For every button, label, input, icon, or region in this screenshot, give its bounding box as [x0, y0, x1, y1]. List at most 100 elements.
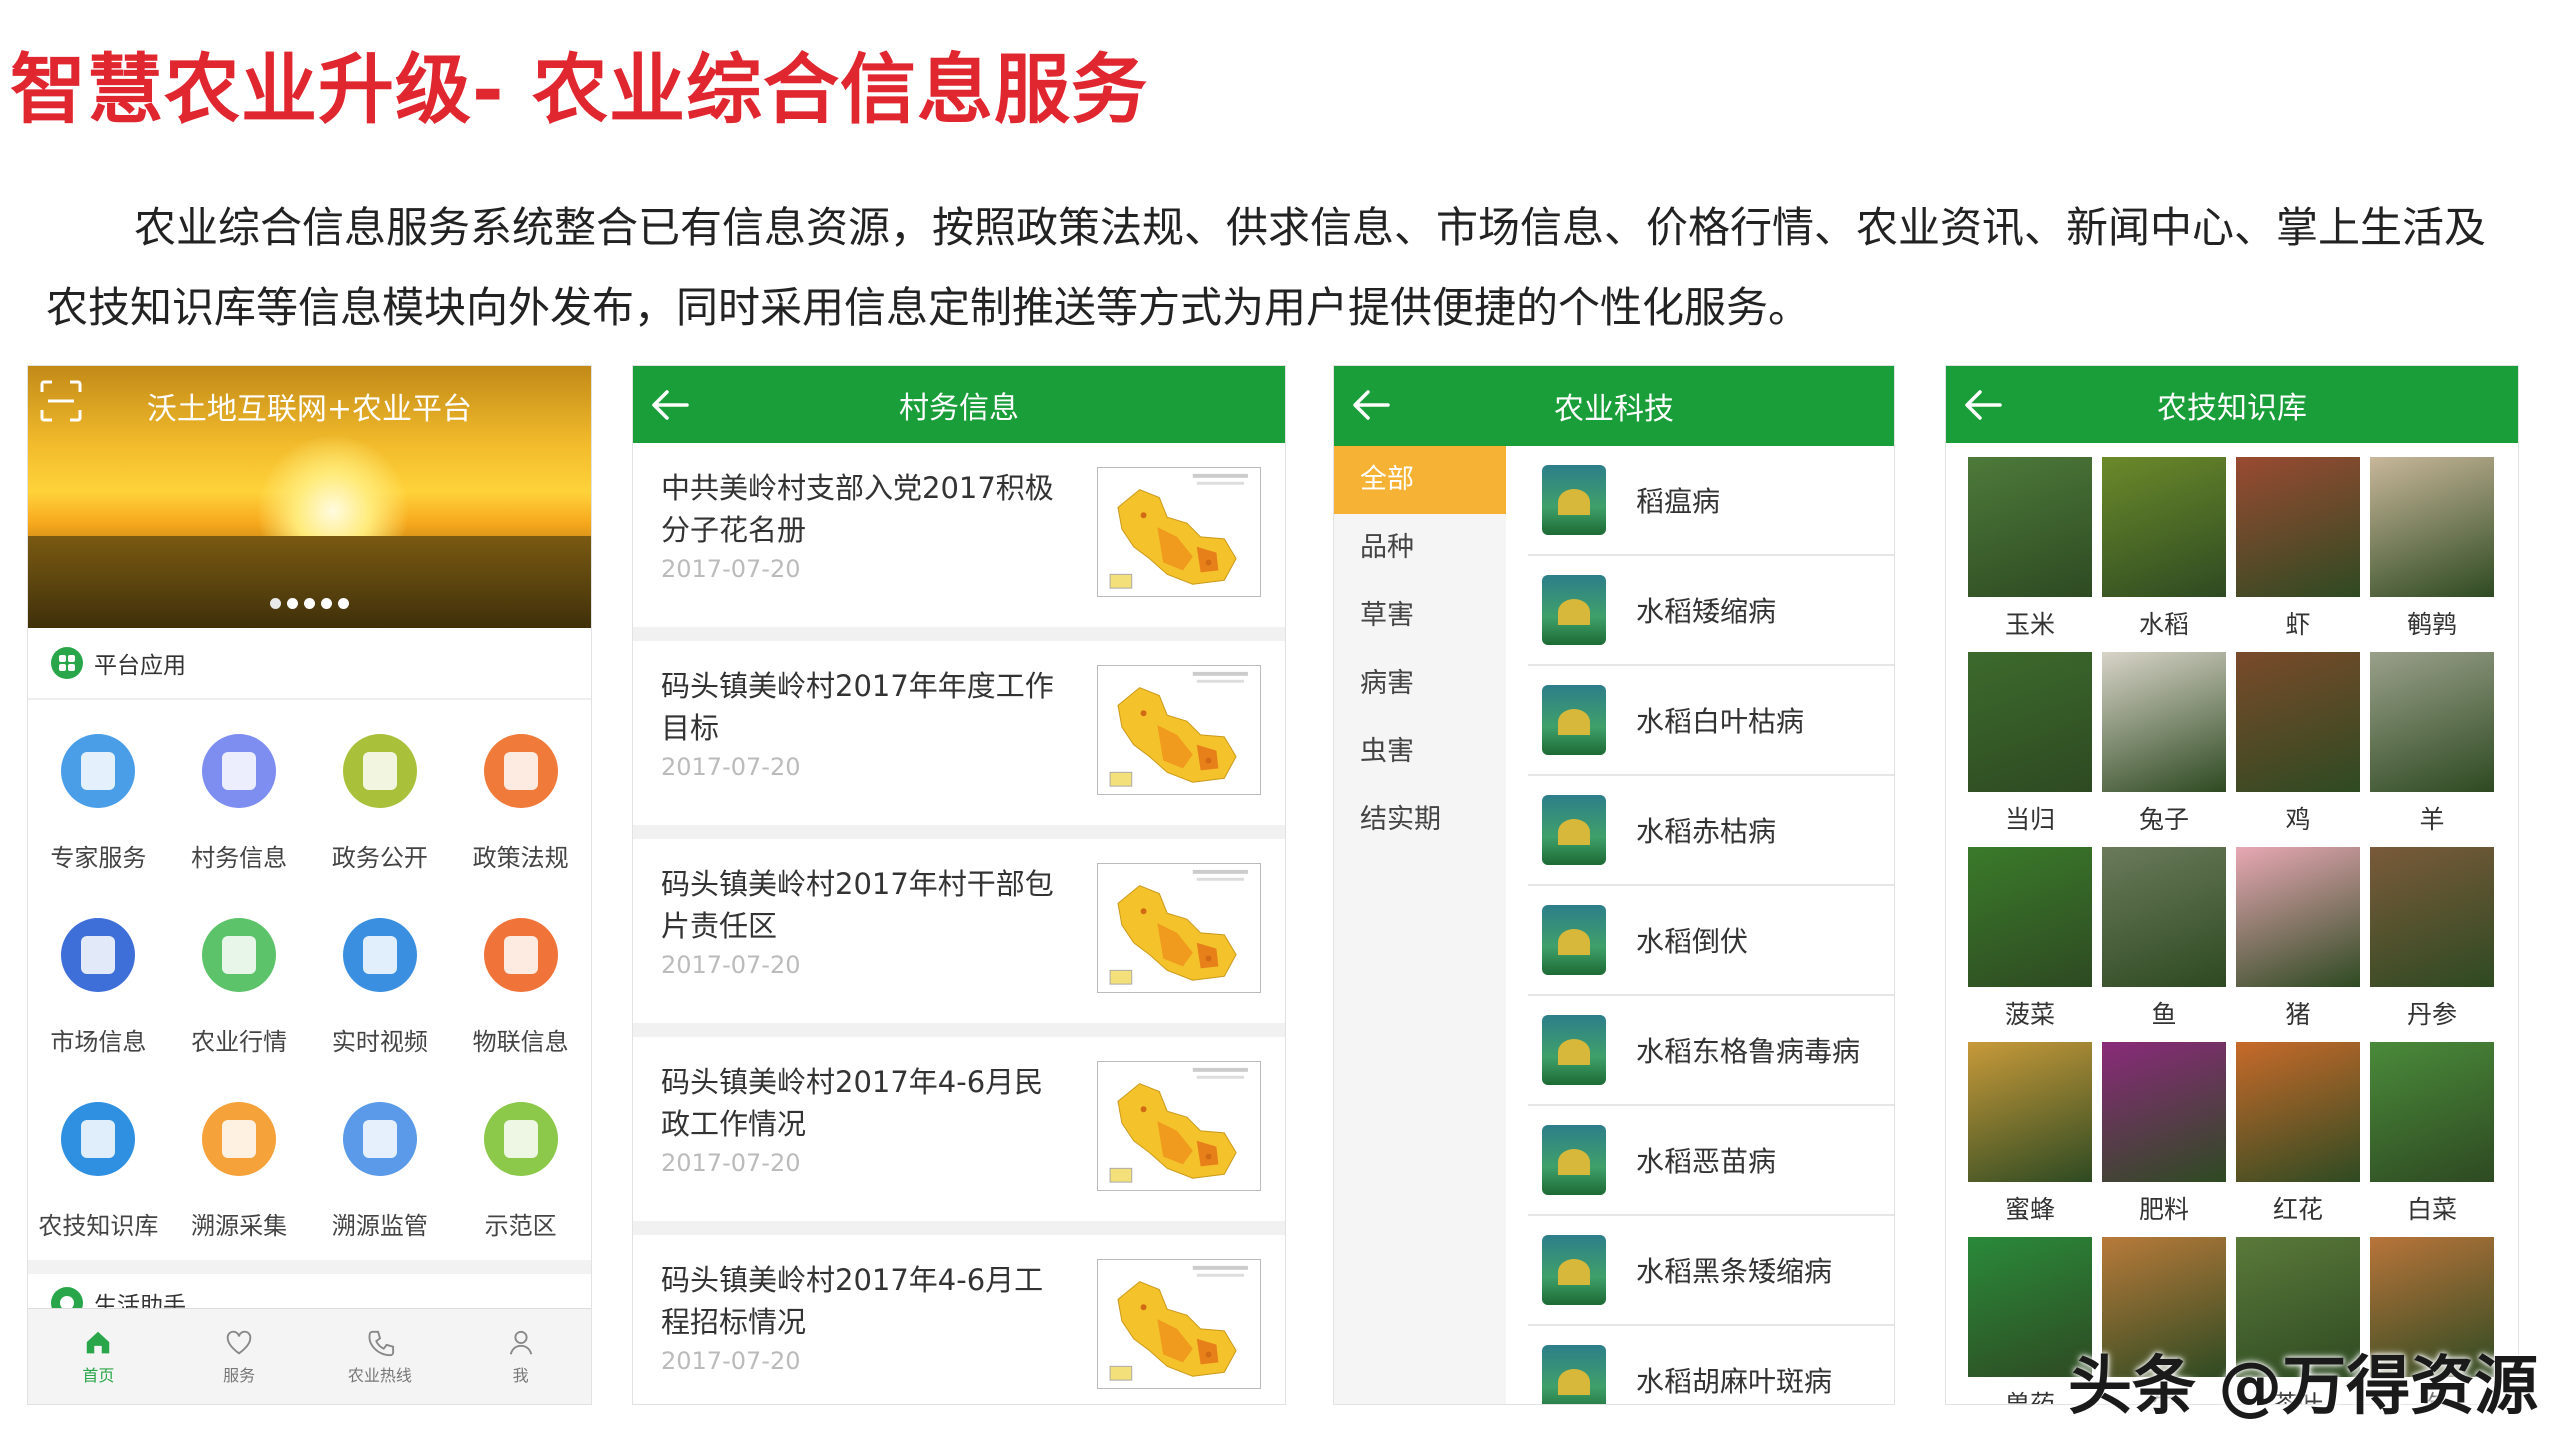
banner-title: 沃土地互联网+农业平台	[146, 392, 473, 427]
field-horizon	[28, 536, 591, 628]
category-tab[interactable]: 品种	[1334, 514, 1506, 582]
knowledge-photo	[2102, 847, 2226, 987]
app-tile[interactable]: 农业行情	[169, 892, 310, 1076]
disease-item[interactable]: 水稻胡麻叶斑病	[1528, 1326, 1894, 1404]
knowledge-photo	[2102, 457, 2226, 597]
category-tab[interactable]: 草害	[1334, 582, 1506, 650]
phone-home-screen: 沃土地互联网+农业平台 平台应用 专家服务 村务信息 政务公开 政策法规市场信息 农业行…	[27, 365, 592, 1405]
platform-section-header: 平台应用	[28, 628, 591, 700]
news-thumbnail-map	[1097, 1061, 1261, 1191]
news-date: 2017-07-20	[661, 753, 801, 781]
slide-title: 智慧农业升级- 农业综合信息服务	[10, 45, 1149, 134]
app-tile[interactable]: 溯源监管	[310, 1076, 451, 1260]
disease-item[interactable]: 水稻倒伏	[1528, 886, 1894, 996]
app-label: 溯源监管	[331, 1212, 428, 1240]
knowledge-item[interactable]: 虾	[2236, 457, 2360, 652]
app-tile[interactable]: 实时视频	[310, 892, 451, 1076]
app-icon	[483, 1102, 558, 1176]
knowledge-label: 水稻	[2138, 610, 2189, 639]
app-tile[interactable]: 政务公开	[310, 708, 451, 892]
category-tab[interactable]: 虫害	[1334, 718, 1506, 786]
rice-plant-icon	[1542, 795, 1606, 865]
news-item[interactable]: 中共美岭村支部入党2017积极分子花名册 2017-07-20	[633, 443, 1285, 641]
disease-item[interactable]: 水稻白叶枯病	[1528, 666, 1894, 776]
app-tile[interactable]: 物联信息	[450, 892, 591, 1076]
tab-me[interactable]: 我	[450, 1309, 591, 1404]
knowledge-label: 鱼	[2151, 1000, 2177, 1029]
category-tab[interactable]: 病害	[1334, 650, 1506, 718]
knowledge-item[interactable]: 菠菜	[1968, 847, 2092, 1042]
knowledge-label: 猪	[2285, 1000, 2311, 1029]
news-item[interactable]: 码头镇美岭村2017年年度工作目标 2017-07-20	[633, 641, 1285, 839]
knowledge-photo	[2370, 652, 2494, 792]
back-arrow-icon[interactable]	[647, 382, 693, 428]
disease-item[interactable]: 稻瘟病	[1528, 446, 1894, 556]
tab-home[interactable]: 首页	[28, 1309, 169, 1404]
knowledge-item[interactable]: 白菜	[2370, 1042, 2494, 1237]
knowledge-item[interactable]: 红花	[2236, 1042, 2360, 1237]
knowledge-item[interactable]: 玉米	[1968, 457, 2092, 652]
tab-service[interactable]: 服务	[169, 1309, 310, 1404]
disease-item[interactable]: 水稻矮缩病	[1528, 556, 1894, 666]
disease-label: 水稻倒伏	[1636, 925, 1749, 958]
news-title: 码头镇美岭村2017年年度工作目标	[661, 669, 1054, 745]
carousel-dots[interactable]	[28, 594, 591, 613]
phone-village-affairs: 村务信息 中共美岭村支部入党2017积极分子花名册 2017-07-20 码头镇美岭…	[632, 365, 1286, 1405]
category-tab[interactable]: 全部	[1334, 446, 1506, 514]
disease-label: 水稻赤枯病	[1636, 815, 1777, 848]
tab-label: 首页	[82, 1365, 115, 1385]
app-icon	[202, 1102, 277, 1176]
category-tab[interactable]: 结实期	[1334, 786, 1506, 854]
app-tile[interactable]: 政策法规	[450, 708, 591, 892]
phone-knowledge-base: 农技知识库 玉米 水稻虾鹌鹑 当归 兔子鸡羊菠菜鱼猪丹参 蜜蜂 肥料 红花 白菜 兽药牛茶叶狗	[1945, 365, 2519, 1405]
news-item[interactable]: 码头镇美岭村2017年4-6月工程招标情况 2017-07-20	[633, 1235, 1285, 1404]
app-tile[interactable]: 市场信息	[28, 892, 169, 1076]
knowledge-photo	[2236, 1042, 2360, 1182]
app-tile[interactable]: 溯源采集	[169, 1076, 310, 1260]
knowledge-label: 菠菜	[2004, 1000, 2055, 1029]
news-thumbnail-map	[1097, 1259, 1261, 1389]
header-title: 农业科技	[1554, 392, 1674, 427]
news-date: 2017-07-20	[661, 1149, 801, 1177]
knowledge-photo	[2370, 847, 2494, 987]
knowledge-label: 鹌鹑	[2406, 610, 2457, 639]
disease-item[interactable]: 水稻黑条矮缩病	[1528, 1216, 1894, 1326]
rice-plant-icon	[1542, 1235, 1606, 1305]
app-tile[interactable]: 农技知识库	[28, 1076, 169, 1260]
app-icon	[342, 734, 417, 808]
app-label: 实时视频	[331, 1028, 428, 1056]
knowledge-label: 红花	[2272, 1195, 2323, 1224]
news-item[interactable]: 码头镇美岭村2017年4-6月民政工作情况 2017-07-20	[633, 1037, 1285, 1235]
back-arrow-icon[interactable]	[1960, 382, 2006, 428]
knowledge-item[interactable]: 肥料	[2102, 1042, 2226, 1237]
watermark: 头条 @万得资源	[2068, 1350, 2539, 1424]
knowledge-item[interactable]: 羊	[2370, 652, 2494, 847]
news-item[interactable]: 码头镇美岭村2017年村干部包片责任区 2017-07-20	[633, 839, 1285, 1037]
tech-body: 全部 品种 草害 病害 虫害 结实期 稻瘟病水稻矮缩病水稻白叶枯病水稻赤枯病水稻倒伏水稻东…	[1334, 446, 1894, 1404]
knowledge-item[interactable]: 当归	[1968, 652, 2092, 847]
home-icon	[87, 1331, 110, 1353]
app-label: 市场信息	[50, 1028, 147, 1056]
back-arrow-icon[interactable]	[1348, 382, 1394, 428]
app-tile[interactable]: 示范区	[450, 1076, 591, 1260]
knowledge-item[interactable]: 鸡	[2236, 652, 2360, 847]
knowledge-item[interactable]: 猪	[2236, 847, 2360, 1042]
heart-icon	[226, 1330, 252, 1354]
knowledge-item[interactable]: 鹌鹑	[2370, 457, 2494, 652]
disease-item[interactable]: 水稻恶苗病	[1528, 1106, 1894, 1216]
bottom-tab-bar: 首页 服务 农业热线 我	[28, 1308, 591, 1404]
app-tile[interactable]: 村务信息	[169, 708, 310, 892]
disease-item[interactable]: 水稻东格鲁病毒病	[1528, 996, 1894, 1106]
disease-item[interactable]: 水稻赤枯病	[1528, 776, 1894, 886]
app-tile[interactable]: 专家服务	[28, 708, 169, 892]
knowledge-item[interactable]: 蜜蜂	[1968, 1042, 2092, 1237]
tab-hotline[interactable]: 农业热线	[310, 1309, 451, 1404]
header-title: 农技知识库	[2157, 390, 2307, 426]
knowledge-item[interactable]: 鱼	[2102, 847, 2226, 1042]
disease-label: 水稻矮缩病	[1636, 595, 1777, 628]
news-title: 码头镇美岭村2017年4-6月民政工作情况	[661, 1065, 1044, 1141]
rice-plant-icon	[1542, 685, 1606, 755]
knowledge-item[interactable]: 水稻	[2102, 457, 2226, 652]
knowledge-item[interactable]: 兔子	[2102, 652, 2226, 847]
knowledge-item[interactable]: 丹参	[2370, 847, 2494, 1042]
